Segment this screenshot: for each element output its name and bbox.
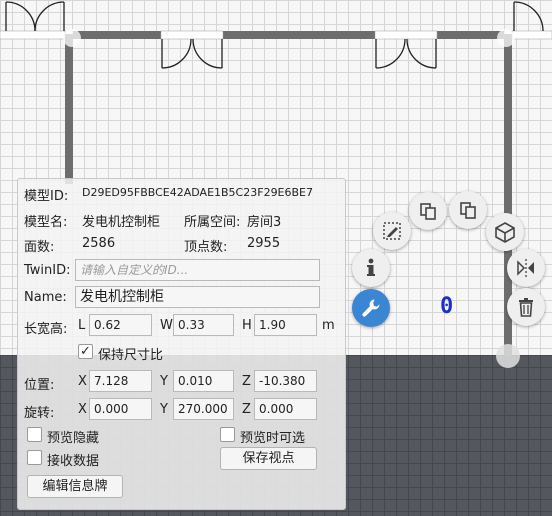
edit-sign-button[interactable]: 编辑信息牌	[27, 475, 123, 498]
width-label: W	[160, 318, 173, 333]
length-label: L	[78, 318, 86, 333]
model-name-value: 发电机控制柜	[82, 215, 161, 230]
model-id-label: 模型ID:	[24, 189, 69, 204]
rot-z-label: Z	[242, 402, 251, 417]
pos-x-input[interactable]: 7.128	[89, 370, 152, 392]
position-label: 位置:	[24, 378, 55, 393]
twinid-label: TwinID:	[24, 263, 71, 278]
wall-outer-right	[511, 30, 552, 40]
height-input[interactable]: 1.90	[254, 314, 317, 336]
door-4	[513, 1, 544, 32]
wall-left	[65, 34, 73, 184]
rot-y-label: Y	[160, 402, 168, 417]
edit-image-button[interactable]	[373, 212, 411, 250]
info-icon	[367, 258, 375, 276]
unit-label: m	[322, 318, 335, 333]
cube-icon	[495, 222, 515, 243]
receive-data-checkbox[interactable]	[27, 450, 42, 465]
door-3	[5, 1, 65, 32]
selected-object-marker[interactable]: 0	[440, 294, 453, 320]
receive-data-label: 接收数据	[47, 454, 100, 469]
preview-selectable-label: 预览时可选	[240, 431, 306, 446]
door-1	[161, 38, 223, 69]
pos-y-input[interactable]: 0.010	[173, 370, 234, 392]
rotation-label: 旋转:	[24, 406, 55, 421]
rot-y-input[interactable]: 270.000	[173, 398, 234, 420]
vertices-value: 2955	[247, 236, 281, 251]
door-sill-1	[160, 30, 224, 40]
vertices-label: 顶点数:	[184, 240, 228, 255]
door-sill-2	[374, 30, 438, 40]
copy-icon	[420, 203, 436, 220]
wall-outer-left	[0, 30, 66, 40]
model-properties-panel: 模型ID: D29ED95FBBCE42ADAE1B5C23F29E6BE7 模…	[17, 178, 346, 510]
twinid-input[interactable]: 请输入自定义的ID...	[75, 259, 320, 281]
corner-node	[497, 29, 515, 47]
preview-hide-label: 预览隐藏	[47, 431, 100, 446]
keep-ratio-checkbox[interactable]: ✓	[78, 344, 93, 359]
mirror-icon	[517, 259, 534, 277]
space-value: 房间3	[247, 215, 282, 230]
wrench-icon	[362, 299, 380, 317]
name-label: Name:	[24, 290, 67, 305]
width-input[interactable]: 0.33	[173, 314, 234, 336]
pos-y-label: Y	[160, 374, 168, 389]
preview-hide-checkbox[interactable]	[27, 427, 42, 442]
door-2	[375, 38, 437, 69]
wall-top-1	[73, 31, 161, 39]
length-input[interactable]: 0.62	[89, 314, 152, 336]
name-input[interactable]: 发电机控制柜	[75, 286, 320, 308]
pos-x-label: X	[78, 374, 87, 389]
corner-node	[63, 29, 81, 47]
edit-image-icon	[383, 222, 401, 240]
paste-copy-icon	[460, 202, 476, 219]
preview-selectable-checkbox[interactable]	[220, 427, 235, 442]
cube-view-button[interactable]	[486, 213, 524, 251]
info-button[interactable]	[352, 249, 390, 287]
space-label: 所属空间:	[184, 215, 241, 230]
rot-x-label: X	[78, 402, 87, 417]
save-view-button[interactable]: 保存视点	[220, 447, 317, 470]
rot-x-input[interactable]: 0.000	[89, 398, 152, 420]
rot-z-input[interactable]: 0.000	[254, 398, 317, 420]
delete-button[interactable]	[507, 288, 545, 326]
copy-button[interactable]	[409, 192, 447, 230]
height-label: H	[242, 318, 252, 333]
wrench-button[interactable]	[352, 289, 390, 327]
faces-label: 面数:	[24, 240, 55, 255]
faces-value: 2586	[82, 236, 116, 251]
wall-top-3	[437, 31, 504, 39]
duplicate-button[interactable]	[449, 191, 487, 229]
wall-top-2	[223, 31, 375, 39]
model-name-label: 模型名:	[24, 215, 68, 230]
model-id-value: D29ED95FBBCE42ADAE1B5C23F29E6BE7	[82, 186, 314, 199]
corner-node	[496, 344, 520, 368]
pos-z-input[interactable]: -10.380	[254, 370, 317, 392]
mirror-button[interactable]	[507, 249, 545, 287]
trash-icon	[519, 298, 533, 317]
keep-ratio-label: 保持尺寸比	[98, 348, 164, 363]
pos-z-label: Z	[242, 374, 251, 389]
size-label: 长宽高:	[24, 322, 68, 337]
